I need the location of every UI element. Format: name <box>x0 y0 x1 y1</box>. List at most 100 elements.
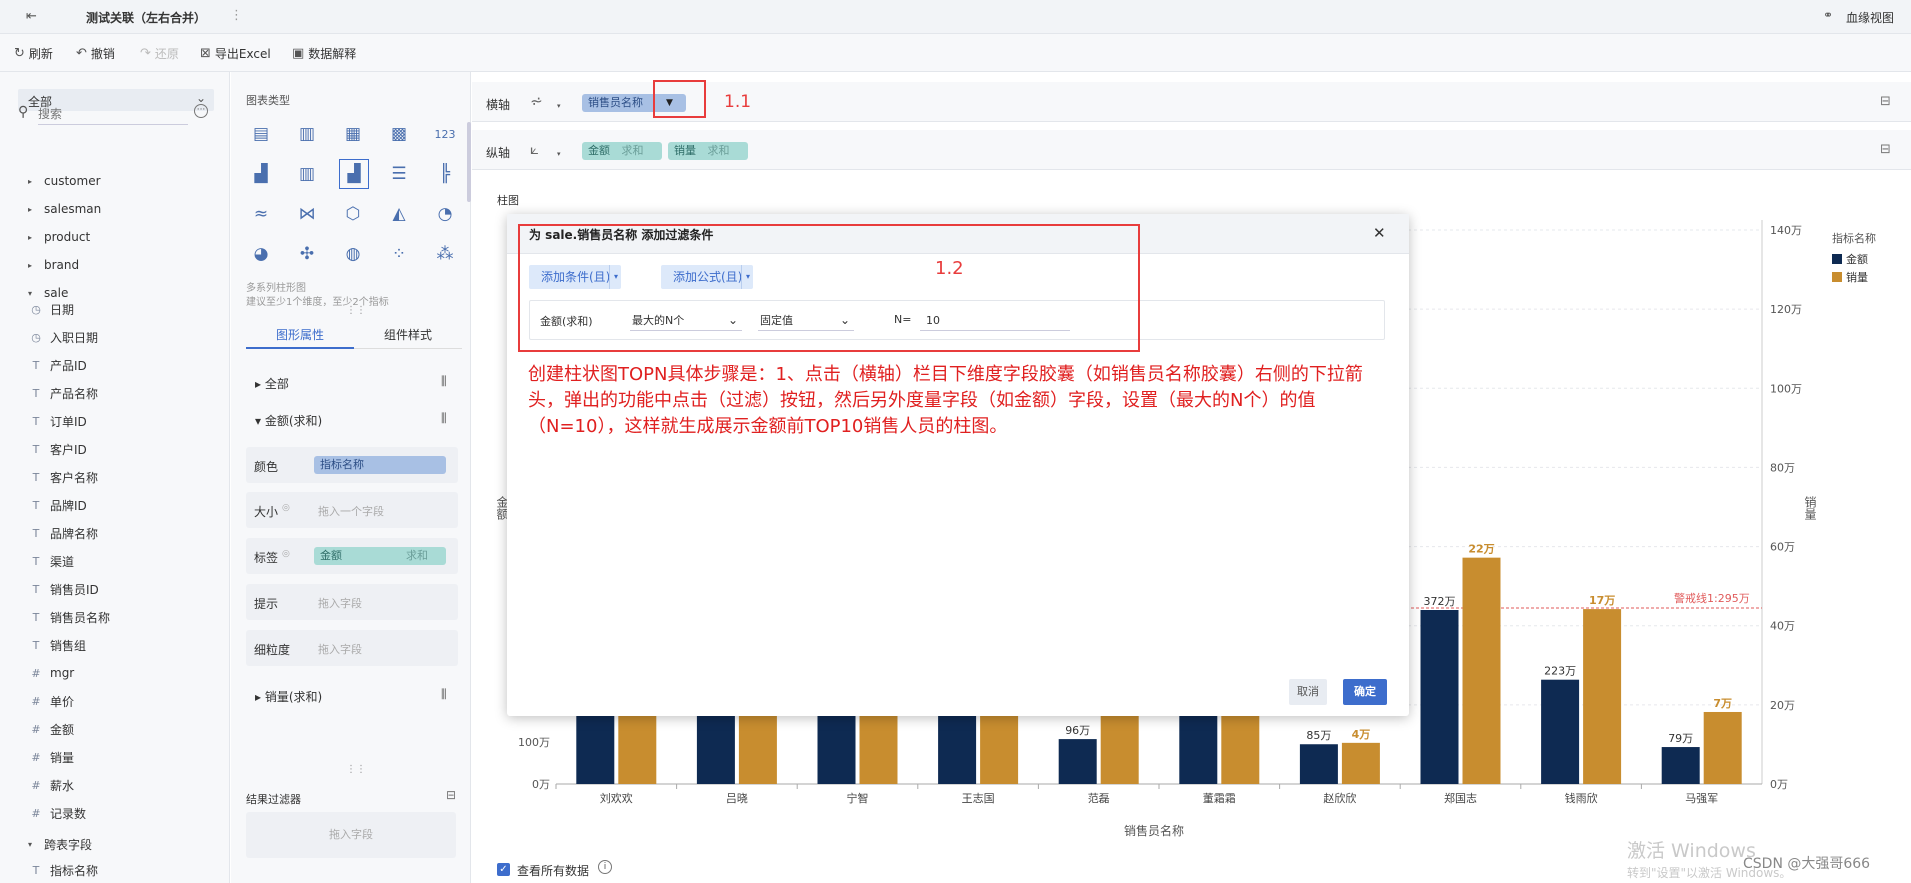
cancel-button[interactable]: 取消 <box>1289 679 1327 705</box>
field-item[interactable]: T 品牌名称 <box>30 524 98 542</box>
dropdown-arrow-icon[interactable]: ▾ <box>557 150 561 158</box>
field-item[interactable]: T 销售组 <box>30 636 86 654</box>
field-item[interactable]: T 销售员名称 <box>30 608 110 626</box>
field-item[interactable]: T 渠道 <box>30 552 74 570</box>
grouped-bar-icon[interactable]: ▟ <box>339 159 369 189</box>
group-cross-table[interactable]: ▾ 跨表字段 <box>24 835 92 853</box>
refresh-button[interactable]: ↻ 刷新 <box>14 45 53 62</box>
view-all-label[interactable]: 查看所有数据 <box>517 862 589 879</box>
search-icon: ⚲ <box>18 104 29 120</box>
dropdown-arrow-icon[interactable]: ▾ <box>557 102 561 110</box>
search-input[interactable] <box>38 103 188 125</box>
field-item[interactable]: T 订单ID <box>30 412 87 430</box>
label-field-pill[interactable]: 金额 求和 <box>314 547 446 565</box>
field-item[interactable]: T 销售员ID <box>30 580 99 598</box>
field-item[interactable]: # 金额 <box>30 720 74 738</box>
drag-handle-icon[interactable]: ⋮⋮ <box>346 305 366 316</box>
table-customer[interactable]: ▸ customer <box>24 172 101 190</box>
table-brand[interactable]: ▸ brand <box>24 256 79 274</box>
data-explain-button[interactable]: ▣ 数据解释 <box>292 45 356 62</box>
tip-dropzone[interactable]: 拖入字段 <box>318 595 362 611</box>
lineage-icon[interactable]: ⚭ <box>1823 8 1833 22</box>
detail-table-icon[interactable]: ▦ <box>339 121 367 147</box>
section-all[interactable]: ▸ 全部 <box>255 375 289 392</box>
info-icon[interactable]: i <box>598 860 612 874</box>
x-tick-label: 刘欢欢 <box>600 791 633 805</box>
range-bar-icon[interactable]: ╠ <box>431 161 459 187</box>
field-item[interactable]: T 产品ID <box>30 356 87 374</box>
field-item[interactable]: # mgr <box>30 664 74 682</box>
field-item[interactable]: # 单价 <box>30 692 74 710</box>
stacked-bar-icon[interactable]: ▟ <box>247 161 275 187</box>
data-label: 372万 <box>1424 595 1456 608</box>
legend-item[interactable]: 销量 <box>1832 269 1868 285</box>
amount-pill[interactable]: 金额 求和 <box>582 142 662 160</box>
kpi-number-icon[interactable]: 123 <box>431 121 459 147</box>
field-item[interactable]: # 记录数 <box>30 804 86 822</box>
data-label: 4万 <box>1352 728 1371 741</box>
lock-icon[interactable]: ⊟ <box>446 788 456 802</box>
field-item[interactable]: T 品牌ID <box>30 496 87 514</box>
gauge-icon[interactable]: ◔ <box>431 201 459 227</box>
table-chart-icon[interactable]: ▤ <box>247 121 275 147</box>
radar-icon[interactable]: ⬡ <box>339 201 367 227</box>
field-item[interactable]: T 客户ID <box>30 440 87 458</box>
panel-scrollbar[interactable] <box>467 122 471 202</box>
table-product[interactable]: ▸ product <box>24 228 90 246</box>
lock-icon[interactable]: ⊟ <box>1880 142 1891 157</box>
field-item[interactable]: T 客户名称 <box>30 468 98 486</box>
tab-component-style[interactable]: 组件样式 <box>354 323 462 349</box>
warning-line-label: 警戒线1:295万 <box>1674 592 1750 605</box>
pie-chart-icon[interactable]: ◕ <box>247 241 275 267</box>
globe-map-icon[interactable]: ◍ <box>339 241 367 267</box>
ok-button[interactable]: 确定 <box>1343 679 1387 705</box>
lock-icon[interactable]: ⊟ <box>1880 94 1891 109</box>
bubble-icon[interactable]: ⁂ <box>431 241 459 267</box>
color-field-pill[interactable]: 指标名称 <box>314 456 446 474</box>
grain-dropzone[interactable]: 拖入字段 <box>318 641 362 657</box>
bar-amount <box>1541 679 1580 784</box>
bar-chart-icon[interactable]: ⫼ <box>441 411 447 426</box>
area-chart-icon[interactable]: ◭ <box>385 201 413 227</box>
multi-bar-icon[interactable]: ▥ <box>293 161 321 187</box>
size-dropzone[interactable]: 拖入一个字段 <box>318 503 384 519</box>
number-type-icon: # <box>31 722 41 736</box>
redo-button[interactable]: ↷ 还原 <box>140 45 179 62</box>
legend-item[interactable]: 金额 <box>1832 251 1868 267</box>
section-qty[interactable]: ▸ 销量(求和) <box>255 688 322 705</box>
bar-chart-icon[interactable]: ⫼ <box>441 687 447 702</box>
result-filter-dropzone[interactable]: 拖入字段 <box>246 812 456 858</box>
y-axis-type-icon[interactable]: ⟀ <box>530 140 539 158</box>
view-all-checkbox[interactable]: ✓ <box>497 863 510 876</box>
close-icon[interactable]: ✕ <box>1373 224 1386 242</box>
cross-table-icon[interactable]: ▥ <box>293 121 321 147</box>
undo-button[interactable]: ↶ 撤销 <box>76 45 115 62</box>
qty-pill[interactable]: 销量 求和 <box>668 142 748 160</box>
field-item[interactable]: T 产品名称 <box>30 384 98 402</box>
lineage-view-link[interactable]: 血缘视图 <box>1846 9 1894 26</box>
bar-chart-icon[interactable]: ⫼ <box>441 374 447 389</box>
bar-qty <box>1462 557 1501 784</box>
field-item[interactable]: ◷ 入职日期 <box>30 328 98 346</box>
field-item[interactable]: ◷ 日期 <box>30 300 74 318</box>
field-item[interactable]: # 销量 <box>30 748 74 766</box>
scatter-icon[interactable]: ⁘ <box>385 241 413 267</box>
field-item[interactable]: # 薪水 <box>30 776 74 794</box>
more-icon[interactable]: ⋮ <box>230 8 243 23</box>
x-tick-label: 王志国 <box>962 792 995 805</box>
section-amount[interactable]: ▾ 金额(求和) <box>255 412 322 429</box>
drag-handle-icon[interactable]: ⋮⋮ <box>346 764 366 775</box>
grouped-table-icon[interactable]: ▩ <box>385 121 413 147</box>
rose-chart-icon[interactable]: ✣ <box>293 241 321 267</box>
line-chart-icon[interactable]: ≈ <box>247 201 275 227</box>
tab-shape-props[interactable]: 图形属性 <box>246 323 354 349</box>
field-item[interactable]: T 指标名称 <box>30 861 98 879</box>
x-axis-type-icon[interactable]: ⩫ <box>530 92 543 110</box>
multi-line-icon[interactable]: ⋈ <box>293 201 321 227</box>
more-options-icon[interactable]: ··· <box>194 104 208 118</box>
table-salesman[interactable]: ▸ salesman <box>24 200 101 218</box>
collapse-icon[interactable]: ⇤ <box>26 9 37 24</box>
export-excel-button[interactable]: ⊠ 导出Excel <box>200 45 271 62</box>
right-tick-label: 140万 <box>1770 224 1802 237</box>
horizontal-bar-icon[interactable]: ☰ <box>385 161 413 187</box>
